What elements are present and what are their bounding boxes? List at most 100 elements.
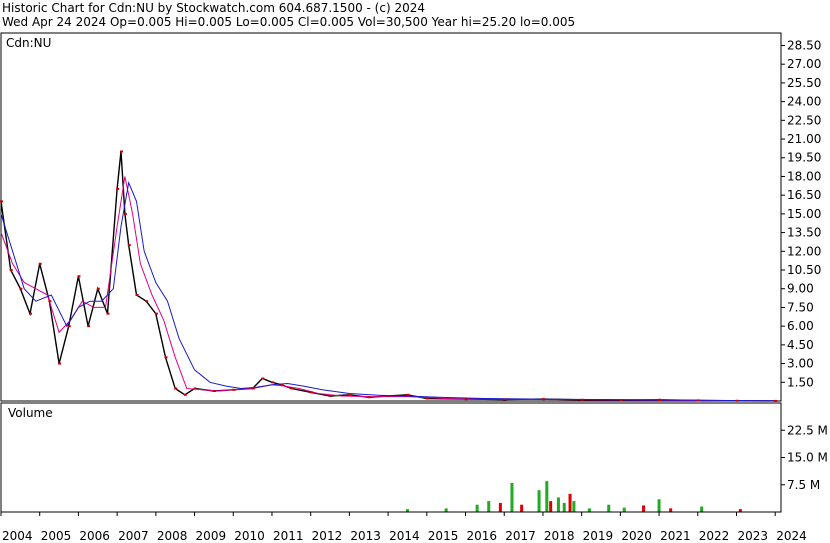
stock-chart: Cdn:NU 28.50 27.00 25.50 24.00 22.50 21.00 19.… [0,32,828,543]
volume-bar [607,504,611,512]
close-marker [329,395,333,398]
volume-bar [568,493,572,512]
x-tick-label: 2017 [505,529,536,543]
close-marker [154,312,158,315]
close-marker [280,383,284,386]
close-marker [38,262,42,265]
volume-bar [510,482,514,512]
price-tick-label: 21.00 [787,132,821,146]
price-tick-label: 28.50 [787,38,821,52]
close-marker [425,397,429,400]
price-tick-label: 6.00 [787,319,814,333]
close-marker [658,398,662,401]
close-marker [9,269,13,272]
price-tick-label: 7.50 [787,300,814,314]
x-tick-label: 2009 [196,529,227,543]
close-marker [29,312,33,315]
close-marker [251,387,255,390]
x-tick-label: 2023 [737,529,768,543]
x-axis: 2004 2005 2006 2007 2008 2009 2010 2011 2012 2013… [0,512,807,543]
volume-panel [0,402,782,513]
volume-bar [587,508,591,512]
close-marker [67,325,71,328]
price-tick-label: 12.00 [787,244,821,258]
price-panel [0,32,782,402]
volume-bar [537,490,541,512]
price-tick-label: 4.50 [787,338,814,352]
volume-bar [572,501,576,512]
volume-bar [498,502,502,512]
close-marker [77,275,81,278]
close-marker [580,398,584,401]
price-tick-label: 13.50 [787,226,821,240]
close-marker [135,293,139,296]
close-marker [619,399,623,402]
close-marker [290,387,294,390]
close-marker [116,187,120,190]
volume-bar [669,508,673,512]
x-tick-label: 2019 [583,529,614,543]
x-tick-label: 2013 [350,529,381,543]
x-tick-label: 2022 [699,529,730,543]
volume-bar [642,505,646,512]
volume-bar [657,499,661,512]
volume-bar [545,481,549,512]
close-marker [106,312,110,315]
close-marker [774,399,778,402]
x-tick-label: 2012 [312,529,343,543]
volume-tick-label: 15.0 M [787,451,828,465]
close-marker [464,398,468,401]
close-marker [123,212,127,215]
x-tick-label: 2011 [273,529,304,543]
price-tick-label: 19.50 [787,151,821,165]
close-marker [212,390,216,393]
close-marker [270,381,274,384]
x-tick-label: 2024 [776,529,807,543]
price-tick-label: 10.50 [787,263,821,277]
x-tick-label: 2020 [621,529,652,543]
close-marker [58,362,62,365]
close-marker [193,387,197,390]
price-panel-label: Cdn:NU [6,36,51,50]
close-marker [387,395,391,398]
volume-bar [520,504,524,512]
close-marker [232,388,236,391]
price-axis: 28.50 27.00 25.50 24.00 22.50 21.00 19.50 18.00… [781,38,821,389]
x-tick-label: 2021 [660,529,691,543]
close-marker [261,377,265,380]
volume-bar [556,497,560,512]
volume-bar [700,506,704,512]
volume-bar [622,507,626,512]
x-tick-label: 2007 [118,529,149,543]
close-marker [735,399,739,402]
close-marker [145,300,149,303]
x-tick-label: 2008 [157,529,188,543]
volume-tick-label: 22.5 M [787,423,828,437]
price-tick-label: 25.50 [787,76,821,90]
volume-bar [562,502,566,512]
price-tick-label: 15.00 [787,207,821,221]
volume-tick-label: 7.5 M [787,478,820,492]
x-tick-label: 2014 [389,529,420,543]
close-marker [309,391,313,394]
close-marker [87,325,91,328]
x-tick-label: 2016 [467,529,498,543]
close-marker [96,287,100,290]
close-marker [164,356,168,359]
x-tick-label: 2015 [428,529,459,543]
x-tick-label: 2004 [2,529,33,543]
close-marker [541,398,545,401]
close-marker [120,150,123,153]
close-marker [48,300,52,303]
volume-bar [549,501,553,512]
volume-axis: 22.5 M 15.0 M 7.5 M [781,423,828,492]
close-marker [696,399,700,402]
price-tick-label: 9.00 [787,282,814,296]
close-marker [127,244,131,247]
price-tick-label: 22.50 [787,113,821,127]
price-tick-label: 18.00 [787,169,821,183]
price-tick-label: 24.00 [787,95,821,109]
close-marker [0,200,3,203]
close-marker [348,393,352,396]
close-marker [367,396,371,399]
